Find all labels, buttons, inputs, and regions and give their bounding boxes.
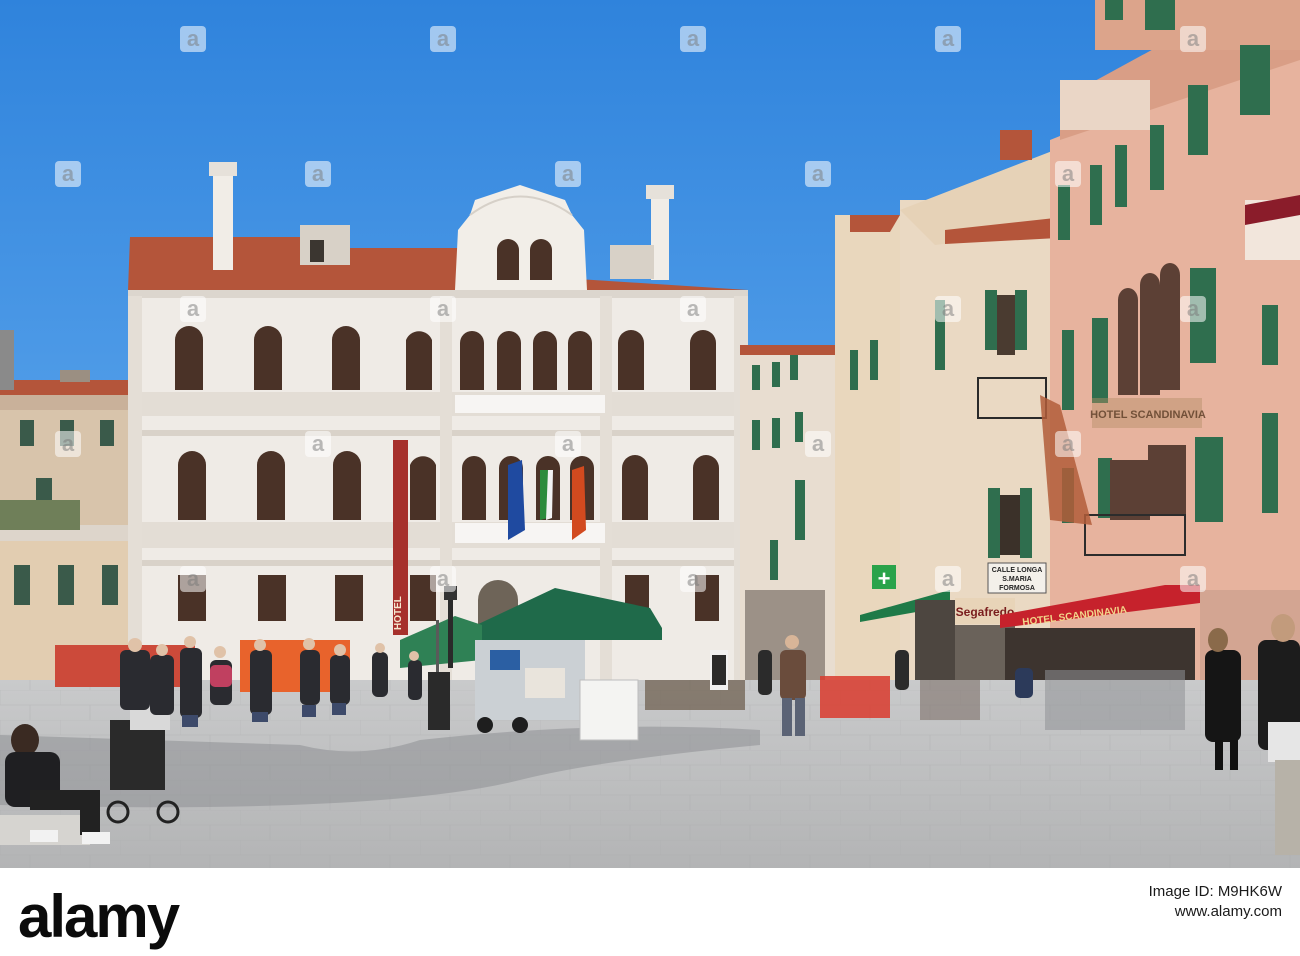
- image-id-label: Image ID: M9HK6W: [1148, 883, 1282, 900]
- street-sign-line1: CALLE LONGA: [992, 567, 1043, 574]
- alley-buildings: [740, 345, 840, 680]
- brand-logo: alamy: [18, 883, 180, 950]
- eu-flag: [508, 460, 525, 540]
- pharmacy-cross: +: [878, 566, 891, 591]
- street-sign-line2: S.MARIA: [1002, 576, 1032, 583]
- hotel-vertical-sign: HOTEL: [393, 596, 404, 630]
- hotel-scandinavia-upper: HOTEL SCANDINAVIA: [1090, 409, 1206, 421]
- left-background-buildings: [0, 330, 140, 680]
- venice-flag: [572, 466, 586, 540]
- stock-footer: alamy Image ID: M9HK6W www.alamy.com: [0, 868, 1300, 956]
- site-url[interactable]: www.alamy.com: [1149, 902, 1282, 922]
- image-meta: Image ID: M9HK6W www.alamy.com: [1149, 882, 1282, 922]
- street-sign-line3: FORMOSA: [999, 585, 1035, 592]
- photo-scene: HOTEL CALLE LONGA S.MARIA FORMOSA + Sega…: [0, 0, 1300, 868]
- venice-campo-photo: HOTEL CALLE LONGA S.MARIA FORMOSA + Sega…: [0, 0, 1300, 868]
